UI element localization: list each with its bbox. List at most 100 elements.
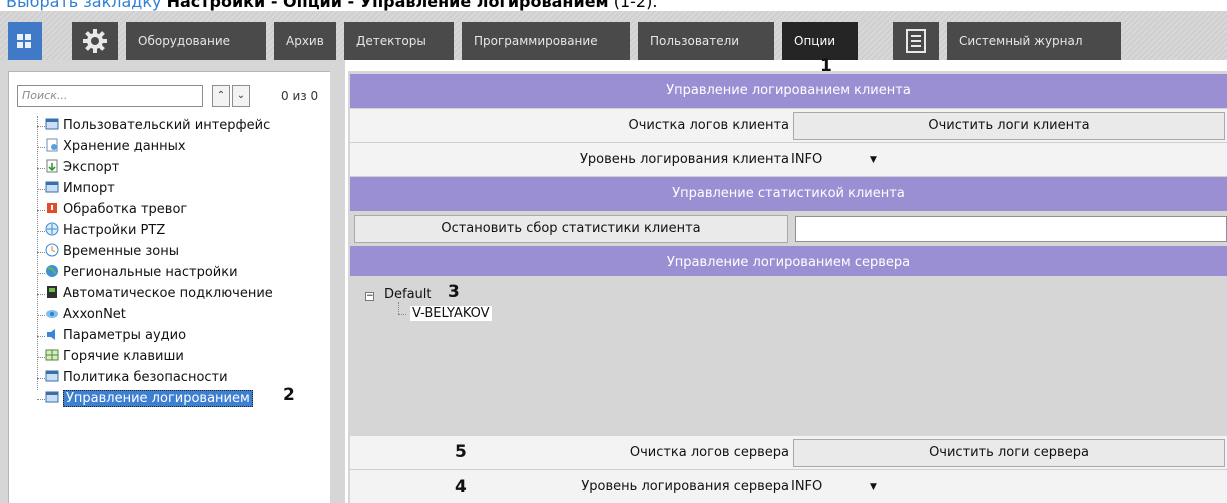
tree-item-label: AxxonNet bbox=[63, 307, 126, 322]
tree-item-logging-management[interactable]: Управление логированием bbox=[45, 389, 253, 409]
tree-item-audio-params[interactable]: Параметры аудио bbox=[45, 326, 186, 346]
search-prev-button[interactable]: ⌃ bbox=[212, 85, 230, 107]
server-logging-header: Управление логированием сервера bbox=[350, 246, 1227, 280]
tree-item-label: Политика безопасности bbox=[63, 370, 228, 385]
tree-item-user-interface[interactable]: Пользовательский интерфейс bbox=[45, 116, 270, 136]
tab-users[interactable]: Пользователи bbox=[638, 22, 774, 60]
auto-connect-icon bbox=[45, 285, 59, 299]
marker-2: 2 bbox=[283, 385, 295, 405]
client-log-level-label: Уровень логирования клиента bbox=[579, 152, 789, 167]
tree-item-label: Горячие клавиши bbox=[63, 349, 184, 364]
server-tree-child[interactable]: V-BELYAKOV bbox=[410, 306, 492, 321]
tree-connector bbox=[398, 302, 399, 314]
tree-item-regional-settings[interactable]: Региональные настройки bbox=[45, 263, 238, 283]
tree-item-axxonnet[interactable]: AxxonNet bbox=[45, 305, 126, 325]
server-log-level-label: Уровень логирования сервера bbox=[581, 479, 789, 494]
tree-item-data-storage[interactable]: Хранение данных bbox=[45, 137, 186, 157]
tree-item-label: Обработка тревог bbox=[63, 202, 188, 217]
tree-branch bbox=[37, 399, 45, 400]
clear-server-logs-button[interactable]: Очистить логи сервера bbox=[793, 439, 1225, 467]
alarm-icon bbox=[45, 201, 59, 215]
stats-path-input[interactable] bbox=[795, 216, 1227, 242]
tree-branch bbox=[37, 168, 45, 169]
search-input[interactable]: Поиск... bbox=[17, 85, 203, 107]
tab-system-log[interactable]: Системный журнал bbox=[947, 22, 1121, 60]
tree-item-label: Импорт bbox=[63, 181, 115, 196]
server-log-level-select[interactable]: INFO ▼ bbox=[791, 476, 886, 498]
top-navigation-bar: Оборудование Архив Детекторы Программиро… bbox=[0, 11, 1227, 60]
search-next-button[interactable]: ⌄ bbox=[232, 85, 250, 107]
client-log-level-row: Уровень логирования клиента INFO ▼ bbox=[350, 143, 1227, 177]
keyboard-icon bbox=[45, 348, 59, 362]
tree-item-label: Экспорт bbox=[63, 160, 120, 175]
collapse-icon[interactable]: − bbox=[365, 292, 374, 301]
tree-branch bbox=[37, 315, 45, 316]
logging-icon bbox=[45, 390, 59, 404]
server-log-level-row: Уровень логирования сервера INFO ▼ bbox=[350, 470, 1227, 503]
tree-branch bbox=[37, 126, 45, 127]
search-count: 0 из 0 bbox=[281, 89, 319, 103]
tree-branch bbox=[37, 147, 45, 148]
tree-branch bbox=[37, 273, 45, 274]
settings-gear-icon[interactable] bbox=[72, 22, 118, 60]
tree-item-label: Хранение данных bbox=[63, 139, 186, 154]
tree-item-label: Управление логированием bbox=[63, 390, 253, 407]
dropdown-arrow-icon: ▼ bbox=[870, 155, 877, 165]
dropdown-arrow-icon: ▼ bbox=[870, 482, 877, 492]
clear-server-logs-label: Очистка логов сервера bbox=[629, 445, 789, 460]
audio-icon bbox=[45, 327, 59, 341]
server-tree-root[interactable]: Default bbox=[384, 287, 432, 302]
storage-icon bbox=[45, 138, 59, 152]
marker-5: 5 bbox=[455, 442, 467, 462]
import-icon bbox=[45, 180, 59, 194]
clear-client-logs-button[interactable]: Очистить логи клиента bbox=[793, 112, 1225, 140]
tree-branch bbox=[37, 336, 45, 337]
client-log-level-value: INFO bbox=[791, 152, 823, 167]
client-log-level-select[interactable]: INFO ▼ bbox=[791, 149, 886, 171]
tab-detectors[interactable]: Детекторы bbox=[344, 22, 454, 60]
server-log-level-value: INFO bbox=[791, 479, 823, 494]
client-stats-header: Управление статистикой клиента bbox=[350, 177, 1227, 211]
instruction-link[interactable]: Выбрать закладку bbox=[6, 0, 161, 11]
tree-item-alarm-processing[interactable]: Обработка тревог bbox=[45, 200, 187, 220]
tree-item-ptz-settings[interactable]: Настройки PTZ bbox=[45, 221, 165, 241]
tab-options[interactable]: Опции bbox=[782, 22, 858, 60]
security-icon bbox=[45, 369, 59, 383]
clear-server-logs-row: Очистка логов сервера Очистить логи серв… bbox=[350, 436, 1227, 470]
window-icon bbox=[45, 117, 59, 131]
client-logging-header: Управление логированием клиента bbox=[350, 74, 1227, 108]
client-stats-row: Остановить сбор статистики клиента bbox=[350, 212, 1227, 246]
globe-icon bbox=[45, 264, 59, 278]
instruction-caption: Выбрать закладку Настройки - Опции - Упр… bbox=[6, 0, 657, 11]
marker-4: 4 bbox=[455, 477, 467, 497]
tree-branch bbox=[37, 210, 45, 211]
tree-branch bbox=[37, 189, 45, 190]
instruction-tail: (1-2). bbox=[608, 0, 658, 11]
tree-item-hotkeys[interactable]: Горячие клавиши bbox=[45, 347, 184, 367]
stop-stats-button[interactable]: Остановить сбор статистики клиента bbox=[354, 215, 788, 243]
clear-client-logs-row: Очистка логов клиента Очистить логи клие… bbox=[350, 109, 1227, 143]
tree-item-label: Временные зоны bbox=[63, 244, 179, 259]
tree-item-label: Пользовательский интерфейс bbox=[63, 118, 271, 133]
tree-item-auto-connect[interactable]: Автоматическое подключение bbox=[45, 284, 273, 304]
tree-branch bbox=[37, 231, 45, 232]
app-root: Выбрать закладку Настройки - Опции - Упр… bbox=[0, 0, 1227, 503]
home-icon[interactable] bbox=[8, 22, 42, 60]
tab-programming[interactable]: Программирование bbox=[462, 22, 630, 60]
tree-item-import[interactable]: Импорт bbox=[45, 179, 115, 199]
tree-connector bbox=[37, 116, 38, 390]
tab-equipment[interactable]: Оборудование bbox=[126, 22, 266, 60]
tree-item-label: Настройки PTZ bbox=[63, 223, 166, 238]
options-tree-panel: Поиск... ⌃ ⌄ 0 из 0 Пользовательский инт… bbox=[8, 71, 330, 503]
tree-item-time-zones[interactable]: Временные зоны bbox=[45, 242, 179, 262]
cloud-icon bbox=[45, 306, 59, 320]
tree-branch bbox=[37, 294, 45, 295]
clear-client-logs-label: Очистка логов клиента bbox=[628, 118, 789, 133]
marker-3: 3 bbox=[448, 282, 460, 302]
tab-archive[interactable]: Архив bbox=[274, 22, 336, 60]
tree-branch bbox=[37, 378, 45, 379]
tree-item-export[interactable]: Экспорт bbox=[45, 158, 119, 178]
system-log-icon[interactable] bbox=[893, 22, 939, 60]
tree-item-label: Параметры аудио bbox=[63, 328, 187, 343]
tree-item-security-policy[interactable]: Политика безопасности bbox=[45, 368, 228, 388]
